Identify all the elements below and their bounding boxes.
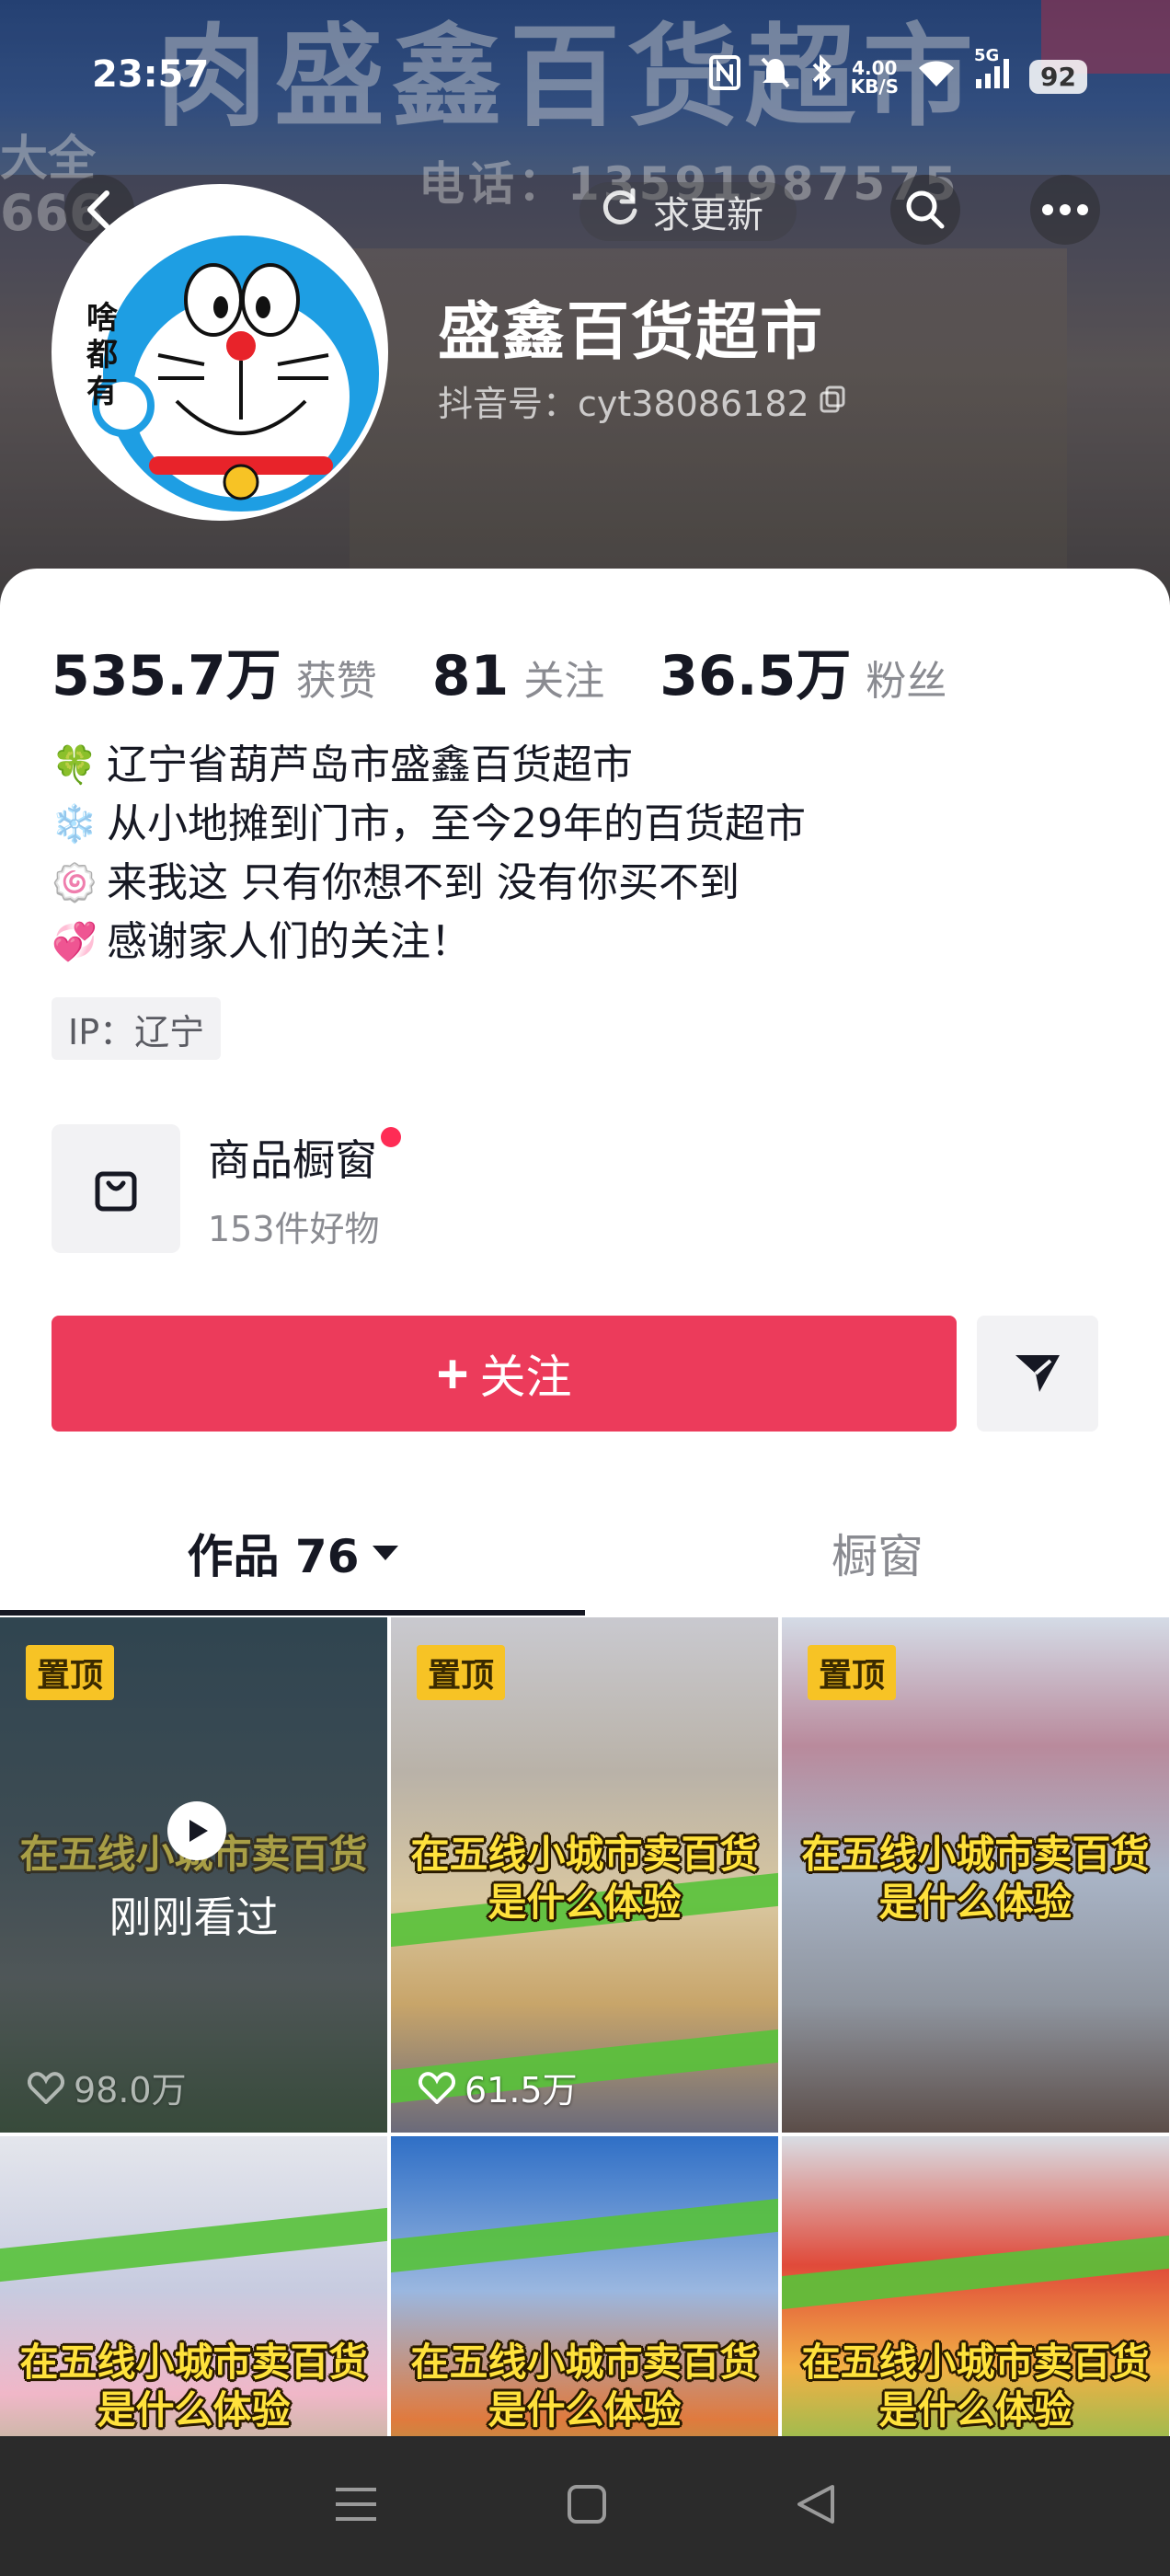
stat-followers-value: 36.5万	[660, 644, 852, 708]
stat-likes[interactable]: 535.7万 获赞	[52, 631, 377, 711]
video-caption: 在五线小城市卖百货 是什么体验	[410, 1832, 759, 1925]
pinned-badge: 置顶	[417, 1645, 506, 1700]
nfc-icon	[708, 55, 740, 98]
stat-likes-value: 535.7万	[52, 644, 281, 708]
video-thumbnail[interactable]: 置顶 在五线小城市卖百货 是什么体验 61.5万	[391, 1617, 778, 2133]
stat-followers[interactable]: 36.5万 粉丝	[660, 631, 946, 711]
search-icon	[906, 190, 945, 229]
paper-plane-icon	[1015, 1355, 1060, 1392]
stat-following[interactable]: 81 关注	[432, 644, 605, 708]
ip-location-tag: IP：辽宁	[52, 997, 222, 1060]
video-likes: 98.0万	[28, 2062, 187, 2112]
profile-card: 535.7万 获赞 81 关注 36.5万 粉丝 🍀 辽宁省葫芦岛市盛鑫百货超市…	[0, 569, 1170, 2576]
status-time: 23:57	[92, 53, 210, 96]
video-thumbnail[interactable]: 置顶 在五线小城市卖百货 是什么体验	[782, 1617, 1169, 2133]
stat-following-value: 81	[431, 644, 510, 708]
menu-icon[interactable]	[334, 2486, 378, 2526]
heart-icon	[28, 2071, 64, 2104]
caret-down-icon[interactable]	[372, 1546, 398, 1560]
pinned-badge: 置顶	[26, 1645, 115, 1700]
plus-icon: +	[436, 1342, 469, 1405]
system-navigation-bar	[0, 2436, 1170, 2576]
active-tab-indicator	[0, 1610, 585, 1616]
bio-line: ❄️ 从小地摊到门市，至今29年的百货超市	[52, 795, 806, 854]
bio-line: 💞 感谢家人们的关注！	[52, 913, 806, 972]
bluetooth-icon	[810, 54, 832, 98]
copy-icon[interactable]	[819, 381, 846, 421]
video-thumbnail[interactable]: 置顶 在五线小城市卖百货 刚刚看过 98.0万	[0, 1617, 387, 2133]
tab-shop-window-label: 橱窗	[832, 1530, 923, 1583]
notification-dot	[381, 1126, 401, 1147]
stat-following-label: 关注	[523, 658, 605, 705]
follow-button[interactable]: + 关注	[52, 1316, 957, 1432]
shop-window-entry[interactable]: 商品橱窗 153件好物	[52, 1124, 401, 1253]
search-button[interactable]	[890, 175, 960, 245]
swirl-icon: 🍥	[52, 862, 98, 904]
refresh-icon	[600, 187, 640, 236]
bio-line-text: 感谢家人们的关注！	[107, 918, 471, 965]
mute-icon	[759, 55, 792, 98]
home-icon[interactable]	[567, 2484, 607, 2528]
tab-works[interactable]: 作品 76	[0, 1498, 585, 1608]
recently-watched-label: 刚刚看过	[109, 1892, 279, 1942]
more-dots-icon	[1042, 204, 1088, 215]
bio-line-text: 从小地摊到门市，至今29年的百货超市	[107, 800, 806, 847]
stat-followers-label: 粉丝	[866, 658, 947, 705]
snowflake-icon: ❄️	[52, 803, 98, 845]
more-options-button[interactable]	[1030, 175, 1100, 245]
profile-stats: 535.7万 获赞 81 关注 36.5万 粉丝	[52, 631, 1002, 711]
pinned-badge: 置顶	[808, 1645, 897, 1700]
status-bar: 23:57 4.00 KB/S 5G 92	[0, 0, 1170, 101]
profile-bio: 🍀 辽宁省葫芦岛市盛鑫百货超市 ❄️ 从小地摊到门市，至今29年的百货超市 🍥 …	[52, 736, 806, 972]
video-caption: 在五线小城市卖百货 是什么体验	[801, 2340, 1150, 2432]
request-update-label: 求更新	[653, 194, 763, 236]
play-icon	[167, 1801, 226, 1860]
clover-icon: 🍀	[52, 744, 98, 787]
video-caption: 在五线小城市卖百货 是什么体验	[410, 2340, 759, 2432]
back-triangle-icon[interactable]	[796, 2483, 836, 2529]
avatar[interactable]: 啥都有	[52, 184, 388, 521]
avatar-caption: 啥都有	[86, 300, 118, 410]
shopping-bag-icon	[52, 1124, 180, 1253]
tab-shop-window[interactable]: 橱窗	[585, 1498, 1170, 1608]
tab-works-label: 作品 76	[187, 1530, 360, 1583]
battery-indicator: 92	[1029, 60, 1087, 94]
wifi-icon	[917, 57, 956, 97]
request-update-button[interactable]: 求更新	[579, 182, 797, 241]
bio-line: 🍥 来我这 只有你想不到 没有你买不到	[52, 854, 806, 913]
status-icons: 4.00 KB/S 5G 92	[708, 46, 1087, 98]
shop-window-subtitle: 153件好物	[208, 1208, 380, 1249]
profile-id-label: 抖音号：cyt38086182	[438, 384, 809, 424]
stat-likes-label: 获赞	[295, 658, 377, 705]
video-likes: 61.5万	[419, 2062, 578, 2112]
hearts-icon: 💞	[52, 921, 98, 963]
video-caption: 在五线小城市卖百货 是什么体验	[801, 1832, 1150, 1925]
cellular-signal-icon: 5G	[974, 46, 1011, 97]
follow-label: 关注	[479, 1351, 572, 1403]
bio-line-text: 辽宁省葫芦岛市盛鑫百货超市	[107, 742, 633, 788]
bio-line: 🍀 辽宁省葫芦岛市盛鑫百货超市	[52, 736, 806, 795]
video-caption: 在五线小城市卖百货 是什么体验	[19, 2340, 368, 2432]
content-tabs: 作品 76 橱窗	[0, 1498, 1170, 1617]
video-grid: 置顶 在五线小城市卖百货 刚刚看过 98.0万 置顶 在五线小城市卖百货 是什么…	[0, 1617, 1170, 2576]
bio-line-text: 来我这 只有你想不到 没有你买不到	[107, 859, 740, 906]
heart-icon	[419, 2071, 455, 2104]
network-speed: 4.00 KB/S	[850, 56, 900, 98]
profile-name: 盛鑫百货超市	[438, 296, 825, 369]
profile-id[interactable]: 抖音号：cyt38086182	[438, 375, 846, 426]
shop-window-title: 商品橱窗	[208, 1126, 401, 1188]
message-button[interactable]	[977, 1316, 1098, 1432]
